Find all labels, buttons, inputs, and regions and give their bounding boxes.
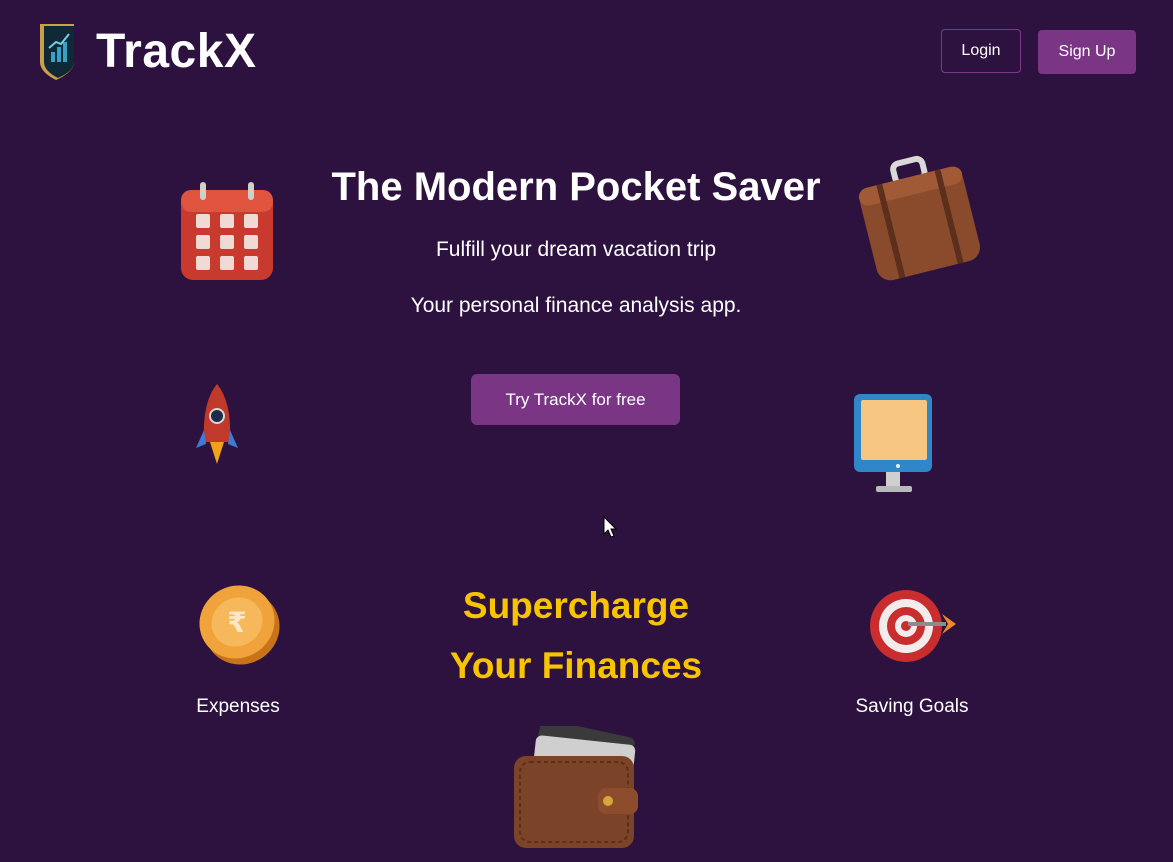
svg-text:₹: ₹ <box>227 606 246 639</box>
signup-button[interactable]: Sign Up <box>1038 30 1136 74</box>
expenses-label[interactable]: Expenses <box>178 695 298 719</box>
saving-goals-label[interactable]: Saving Goals <box>832 695 992 719</box>
mouse-cursor-icon <box>603 516 617 538</box>
monitor-icon <box>852 392 934 498</box>
features-heading-line-1: Supercharge <box>462 585 690 626</box>
target-icon <box>868 586 960 666</box>
wallet-icon <box>512 726 642 852</box>
hero-tagline: Your personal finance analysis app. <box>410 294 742 317</box>
logo-shield-icon[interactable] <box>34 22 78 82</box>
try-free-button[interactable]: Try TrackX for free <box>471 374 680 425</box>
login-button[interactable]: Login <box>941 29 1021 73</box>
suitcase-icon <box>856 150 982 286</box>
rocket-icon <box>194 382 240 468</box>
calendar-icon <box>178 180 276 284</box>
features-heading-line-2: Your Finances <box>449 645 703 686</box>
brand-name[interactable]: TrackX <box>96 24 256 80</box>
rupee-coin-icon: ₹ <box>196 580 284 668</box>
